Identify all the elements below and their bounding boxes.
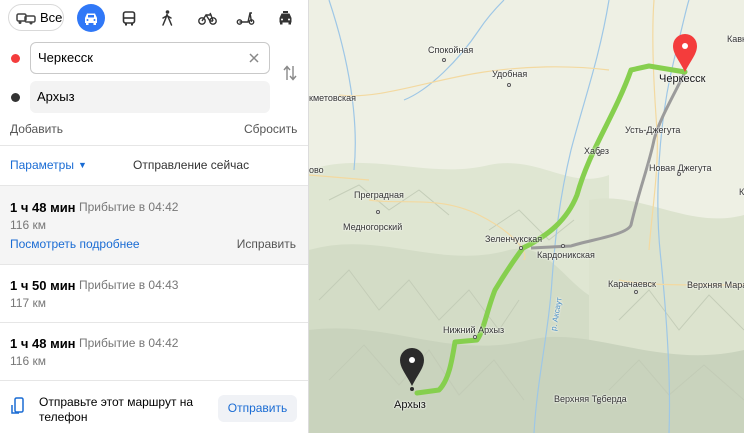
swap-icon[interactable] xyxy=(282,64,298,82)
route-to-value: Архыз xyxy=(37,89,75,104)
clear-icon[interactable] xyxy=(248,52,260,64)
place-dot xyxy=(519,246,523,250)
map-label-arkhyz: Архыз xyxy=(394,399,426,411)
map-terrain xyxy=(309,0,744,433)
departure-time-selector[interactable]: Отправление сейчас xyxy=(133,158,249,172)
route-arrival: Прибытие в 04:42 xyxy=(79,200,179,214)
transport-mode-bar: Все xyxy=(0,0,308,36)
bus-icon xyxy=(122,10,136,25)
parameters-dropdown[interactable]: Параметры ▼ xyxy=(10,158,87,172)
place-dot xyxy=(561,244,565,248)
caret-down-icon: ▼ xyxy=(77,160,87,170)
map-label-kmetovskaya: кметовская xyxy=(309,93,357,103)
map-label-verkhnyaya-teberda: Верхняя Теберда xyxy=(554,394,627,404)
map-label-k: К xyxy=(739,187,744,197)
walk-icon xyxy=(162,10,173,26)
send-button[interactable]: Отправить xyxy=(218,395,297,422)
route-panel: Все Черкесск Архыз Добавить Сбросить Пар… xyxy=(0,0,309,433)
route-option-1[interactable]: 1 ч 48 мин Прибытие в 04:42 116 км Посмо… xyxy=(0,186,308,264)
place-dot xyxy=(634,290,638,294)
mode-car-button[interactable] xyxy=(77,4,105,32)
map-label-karachaevsk: Карачаевск xyxy=(608,279,656,289)
place-dot xyxy=(473,335,477,339)
route-arrival: Прибытие в 04:43 xyxy=(79,278,179,292)
route-from-input[interactable]: Черкесск xyxy=(30,42,270,74)
divider xyxy=(0,145,308,146)
map-label-nizhny-arkhyz: Нижний Архыз xyxy=(443,325,505,335)
end-point-dot xyxy=(11,93,20,102)
route-distance: 116 км xyxy=(10,218,46,232)
car-icon xyxy=(85,13,97,25)
place-dot xyxy=(507,83,511,87)
map-label-khabez: Хабез xyxy=(584,146,609,156)
map-label-novaya-dzheguta: Новая Джегута xyxy=(649,163,712,173)
route-option-3[interactable]: 1 ч 48 мин Прибытие в 04:42 116 км xyxy=(0,323,308,380)
map-label-spokoynaya: Спокойная xyxy=(428,45,474,55)
map-label-pregradnaya: Преградная xyxy=(354,190,404,200)
map-label-mednogorsky: Медногорский xyxy=(343,222,403,232)
mode-scooter-button[interactable] xyxy=(231,4,259,32)
mode-bus-button[interactable] xyxy=(115,4,143,32)
route-distance: 117 км xyxy=(10,296,46,310)
mode-all-label: Все xyxy=(40,10,63,25)
scooter-icon xyxy=(236,12,254,25)
map-label-cherkessk: Черкесск xyxy=(659,73,706,85)
map-label-zelenchukskaya: Зеленчукская xyxy=(485,234,543,244)
parameters-label: Параметры xyxy=(10,158,74,172)
mode-all-button[interactable]: Все xyxy=(8,4,64,31)
taxi-icon xyxy=(279,11,291,25)
car-bus-icon xyxy=(16,12,36,24)
map-label-ust-dzheguta: Усть-Джегута xyxy=(625,125,681,135)
route-duration: 1 ч 50 мин xyxy=(10,278,76,293)
mode-bike-button[interactable] xyxy=(193,4,221,32)
phone-icon xyxy=(11,397,24,414)
bike-icon xyxy=(197,12,217,25)
map-label-ovo: ово xyxy=(309,165,324,175)
route-duration: 1 ч 48 мин xyxy=(10,200,76,215)
reset-link[interactable]: Сбросить xyxy=(244,122,297,136)
route-from-value: Черкесск xyxy=(38,50,93,65)
map-label-verkhnyaya-mara: Верхняя Мара xyxy=(687,280,744,290)
mode-taxi-button[interactable] xyxy=(271,4,299,32)
add-point-link[interactable]: Добавить xyxy=(10,122,63,136)
route-fix-link[interactable]: Исправить xyxy=(237,237,296,251)
map-canvas[interactable]: Черкесск Архыз Кавк Спокойная Удобная км… xyxy=(309,0,744,433)
route-duration: 1 ч 48 мин xyxy=(10,336,76,351)
start-point-dot xyxy=(11,54,20,63)
place-dot xyxy=(442,58,446,62)
mode-walk-button[interactable] xyxy=(153,4,181,32)
map-label-udobnaya: Удобная xyxy=(492,69,528,79)
route-arrival: Прибытие в 04:42 xyxy=(79,336,179,350)
map-label-kardonikskaya: Кардоникская xyxy=(537,250,595,260)
map-label-kavk: Кавк xyxy=(727,34,744,44)
route-distance: 116 км xyxy=(10,354,46,368)
place-dot xyxy=(376,210,380,214)
route-details-link[interactable]: Посмотреть подробнее xyxy=(10,237,140,251)
divider xyxy=(0,380,308,381)
route-option-2[interactable]: 1 ч 50 мин Прибытие в 04:43 117 км xyxy=(0,265,308,322)
route-to-input[interactable]: Архыз xyxy=(30,81,270,113)
send-to-phone-text: Отправьте этот маршрут на телефон xyxy=(39,395,194,424)
